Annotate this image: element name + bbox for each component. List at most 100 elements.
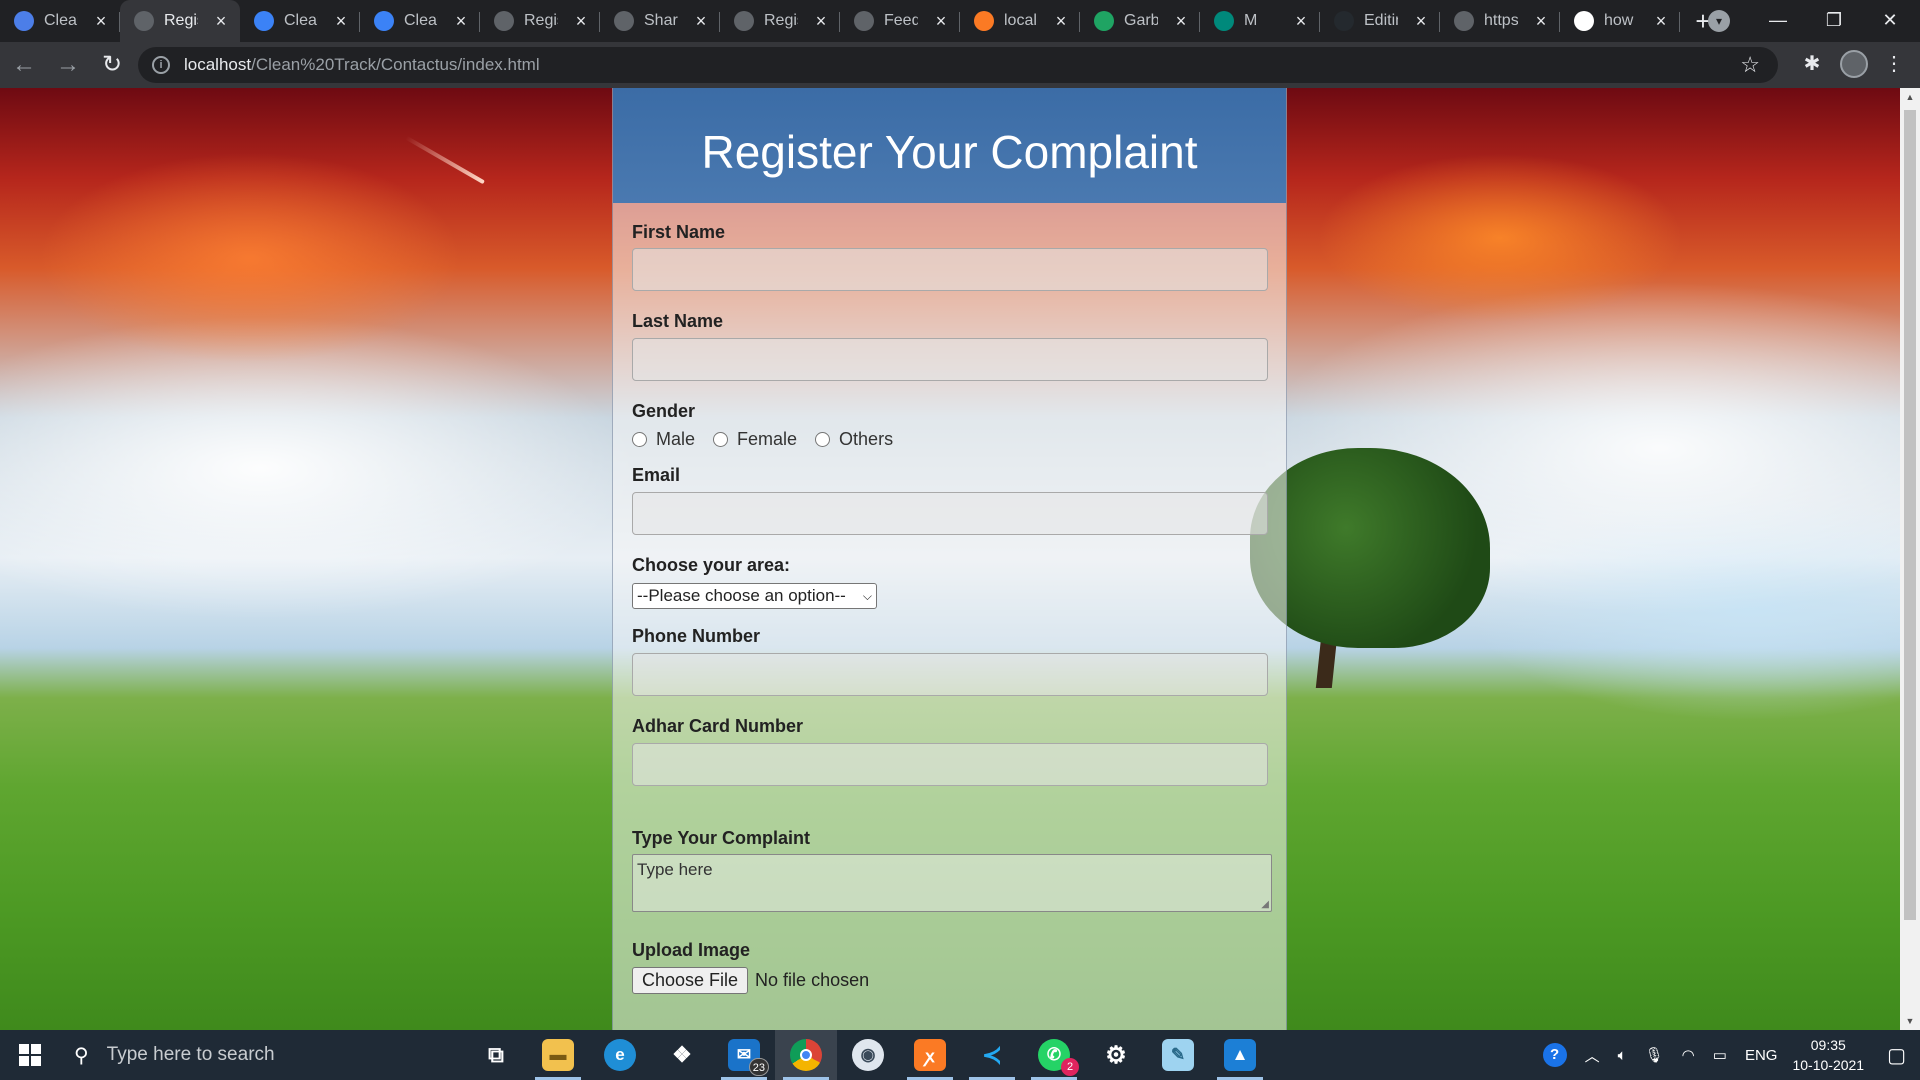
mail-badge: 23 (748, 1058, 769, 1076)
globe-favicon-icon (134, 11, 154, 31)
no-file-chosen-text: No file chosen (755, 970, 870, 990)
form-title: Register Your Complaint (701, 126, 1198, 178)
notepad-icon[interactable]: ✎ (1147, 1030, 1209, 1080)
close-tab-icon[interactable]: × (1532, 11, 1550, 32)
microphone-icon[interactable]: 🎙︎ (1645, 1046, 1664, 1064)
close-tab-icon[interactable]: × (212, 11, 230, 32)
tab-title: Register (764, 12, 798, 29)
tab-title: how (1604, 12, 1634, 29)
tab-title: Garbage (1124, 12, 1158, 29)
browser-tab[interactable]: Editing × (1320, 0, 1440, 42)
mail-icon[interactable]: ✉ 23 (713, 1030, 775, 1080)
site-info-icon[interactable]: i (152, 56, 170, 74)
browser-tab[interactable]: how × (1560, 0, 1680, 42)
close-tab-icon[interactable]: × (1052, 11, 1070, 32)
complaint-textarea[interactable]: Type here ◢ (632, 854, 1272, 912)
browser-tab[interactable]: Register × (120, 0, 240, 42)
back-icon[interactable]: ← (4, 45, 44, 85)
chrome-icon[interactable] (775, 1030, 837, 1080)
close-tab-icon[interactable]: × (692, 11, 710, 32)
edge-browser-icon[interactable]: e (589, 1030, 651, 1080)
scroll-down-icon[interactable]: ▼ (1900, 1012, 1920, 1030)
restore-icon[interactable]: ❐ (1806, 0, 1862, 42)
photos-icon[interactable]: ▲ (1209, 1030, 1271, 1080)
task-view-icon[interactable]: ⧉ (465, 1030, 527, 1080)
choose-file-button[interactable]: Choose File (632, 967, 749, 994)
browser-tab[interactable]: localhost × (960, 0, 1080, 42)
whatsapp-icon[interactable]: ✆ 2 (1023, 1030, 1085, 1080)
minimize-icon[interactable]: — (1750, 0, 1806, 42)
xampp-icon[interactable]: ꭗ (899, 1030, 961, 1080)
form-header: Register Your Complaint (613, 88, 1286, 203)
slash-favicon-icon (254, 11, 274, 31)
settings-gear-icon[interactable]: ⚙ (1085, 1030, 1147, 1080)
browser-tab[interactable]: Clean Track × (360, 0, 480, 42)
scrollbar-thumb[interactable] (1904, 110, 1916, 920)
area-select[interactable]: --Please choose an option-- ⌵ (632, 583, 877, 609)
gender-female-label: Female (737, 429, 798, 449)
file-explorer-icon[interactable]: ▬ (527, 1030, 589, 1080)
gender-male-radio[interactable] (632, 432, 647, 447)
browser-tab[interactable]: Register × (480, 0, 600, 42)
battery-icon[interactable]: ▭ (1713, 1046, 1727, 1064)
browser-tab[interactable]: Feedback × (840, 0, 960, 42)
tab-title: https (1484, 12, 1518, 29)
windows-logo-icon (19, 1044, 41, 1066)
close-tab-icon[interactable]: × (92, 11, 110, 32)
wifi-icon[interactable]: ◠ (1682, 1046, 1695, 1064)
chevron-up-icon[interactable]: ︿ (1585, 1045, 1600, 1066)
close-tab-icon[interactable]: × (1172, 11, 1190, 32)
complaint-label: Type Your Complaint (632, 828, 811, 848)
vscode-icon[interactable]: ≺ (961, 1030, 1023, 1080)
taskbar-search[interactable]: ⚲ Type here to search (60, 1030, 465, 1080)
extensions-puzzle-icon[interactable]: ✱ (1798, 50, 1826, 78)
close-tab-icon[interactable]: × (1292, 11, 1310, 32)
reload-icon[interactable]: ↻ (92, 45, 132, 85)
github-favicon-icon (1334, 11, 1354, 31)
resize-grip-icon[interactable]: ◢ (1261, 899, 1269, 910)
close-tab-icon[interactable]: × (572, 11, 590, 32)
complaint-placeholder: Type here (637, 860, 713, 879)
clock[interactable]: 09:35 10-10-2021 (1792, 1035, 1864, 1075)
first-name-input[interactable] (632, 248, 1268, 291)
browser-tab[interactable]: Clean Track × (0, 0, 120, 42)
tab-title: localhost (1004, 12, 1038, 29)
adhar-input[interactable] (632, 743, 1268, 786)
email-input[interactable] (632, 492, 1268, 535)
notifications-icon[interactable]: ▢ (1887, 1043, 1906, 1068)
close-tab-icon[interactable]: × (812, 11, 830, 32)
browser-tab[interactable]: Garbage × (1080, 0, 1200, 42)
browser-tab[interactable]: Register × (720, 0, 840, 42)
page-scrollbar[interactable]: ▲ ▼ (1900, 88, 1920, 1030)
close-window-icon[interactable]: ✕ (1862, 0, 1918, 42)
forward-icon[interactable]: → (48, 45, 88, 85)
tab-search-icon[interactable]: ▾ (1708, 10, 1730, 32)
page-viewport: Register Your Complaint First Name Last … (0, 88, 1900, 1030)
browser-tab[interactable]: Share × (600, 0, 720, 42)
close-tab-icon[interactable]: × (1412, 11, 1430, 32)
gender-female-radio[interactable] (713, 432, 729, 447)
volume-icon[interactable]: 🔈︎ (1618, 1047, 1627, 1064)
phone-input[interactable] (632, 653, 1268, 696)
browser-tab[interactable]: Clean Track × (240, 0, 360, 42)
start-button[interactable] (0, 1030, 60, 1080)
address-bar[interactable]: i localhost/Clean%20Track/Contactus/inde… (138, 47, 1778, 83)
last-name-input[interactable] (632, 338, 1268, 381)
gender-label: Gender (632, 401, 696, 421)
gender-others-radio[interactable] (815, 432, 831, 447)
help-icon[interactable]: ? (1542, 1043, 1567, 1067)
browser-tab[interactable]: M × (1200, 0, 1320, 42)
menu-kebab-icon[interactable]: ⋮ (1880, 50, 1908, 78)
profile-avatar[interactable] (1840, 50, 1868, 78)
close-tab-icon[interactable]: × (332, 11, 350, 32)
browser-tab[interactable]: https × (1440, 0, 1560, 42)
close-tab-icon[interactable]: × (452, 11, 470, 32)
dropbox-icon[interactable]: ❖ (651, 1030, 713, 1080)
app-cube-icon[interactable]: ◉ (837, 1030, 899, 1080)
language-indicator[interactable]: ENG (1745, 1047, 1778, 1064)
drive-favicon-icon (1094, 11, 1114, 31)
close-tab-icon[interactable]: × (1652, 11, 1670, 32)
close-tab-icon[interactable]: × (932, 11, 950, 32)
scroll-up-icon[interactable]: ▲ (1900, 88, 1920, 106)
bookmark-star-icon[interactable]: ☆ (1740, 52, 1760, 78)
